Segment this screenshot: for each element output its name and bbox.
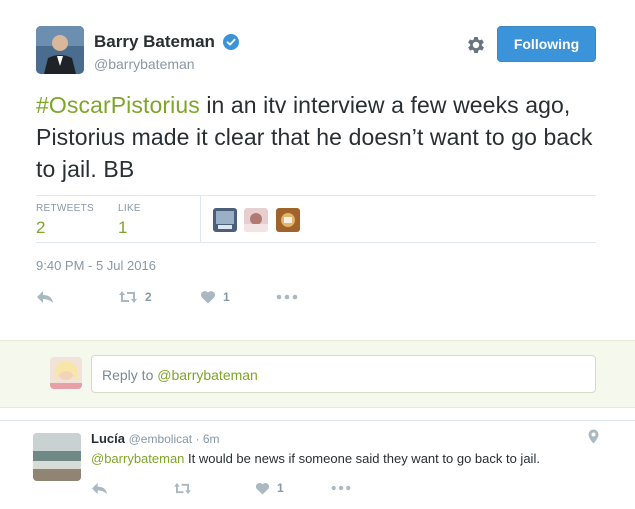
reply-icon — [92, 482, 107, 494]
author-avatar[interactable] — [36, 26, 84, 74]
reply-tweet[interactable]: Lucía @embolicat · 6m @barrybateman It w… — [0, 420, 635, 509]
reply-text: @barrybateman It would be news if someon… — [91, 451, 540, 466]
location-pin-icon[interactable] — [588, 429, 599, 444]
reply-mention-link[interactable]: @barrybateman — [91, 451, 184, 466]
stats-divider — [200, 196, 201, 243]
reply-like-action[interactable]: 1 — [255, 479, 284, 497]
tweet-stats: RETWEETS 2 LIKE 1 — [36, 195, 596, 243]
reply-compose: Reply to @barrybateman — [0, 340, 635, 408]
reply-icon — [37, 291, 53, 303]
reply-more-action[interactable] — [331, 479, 351, 497]
retweets-label: RETWEETS — [36, 203, 94, 214]
tweet-timestamp[interactable]: 9:40 PM - 5 Jul 2016 — [36, 258, 156, 273]
like-action[interactable]: 1 — [200, 288, 230, 306]
likes-label: LIKE — [118, 203, 141, 214]
retweet-icon — [119, 291, 137, 303]
more-action[interactable] — [276, 288, 298, 306]
reply-separator: · — [192, 432, 203, 446]
heart-icon — [255, 482, 270, 495]
like-count: 1 — [223, 290, 230, 304]
tweet-text: #OscarPistorius in an itv interview a fe… — [36, 89, 606, 185]
more-icon — [331, 485, 351, 491]
reply-time[interactable]: 6m — [203, 432, 220, 446]
likers-avatars — [213, 208, 303, 237]
author-name[interactable]: Barry Bateman — [94, 32, 215, 52]
liker-avatar[interactable] — [275, 208, 300, 232]
reply-action[interactable] — [36, 288, 54, 306]
heart-icon — [200, 291, 216, 304]
retweet-action[interactable]: 2 — [118, 288, 152, 306]
reply-retweet-action[interactable] — [173, 479, 192, 497]
author-handle[interactable]: @barrybateman — [94, 56, 239, 72]
main-tweet: Barry Bateman @barrybateman Following #O… — [0, 0, 635, 340]
reply-author-handle[interactable]: @embolicat — [129, 432, 193, 446]
reply-reply-action[interactable] — [91, 479, 108, 497]
liker-avatar[interactable] — [244, 208, 269, 232]
liker-avatar[interactable] — [213, 208, 237, 232]
reply-author-name[interactable]: Lucía — [91, 431, 125, 446]
author-info: Barry Bateman @barrybateman — [94, 32, 240, 72]
reply-author-avatar[interactable] — [33, 433, 81, 481]
reply-placeholder-mention: @barrybateman — [157, 367, 258, 383]
likes-count: 1 — [118, 218, 128, 237]
reply-placeholder-prefix: Reply to — [102, 367, 158, 383]
hashtag-link[interactable]: #OscarPistorius — [36, 92, 200, 118]
likes-stat[interactable]: LIKE 1 — [118, 203, 141, 238]
reply-body: It would be news if someone said they wa… — [184, 451, 540, 466]
retweet-icon — [174, 482, 191, 494]
retweets-count: 2 — [36, 218, 46, 237]
reply-input[interactable]: Reply to @barrybateman — [91, 355, 596, 393]
current-user-avatar — [50, 357, 82, 389]
retweet-count: 2 — [145, 290, 152, 304]
retweets-stat[interactable]: RETWEETS 2 — [36, 203, 94, 238]
reply-header: Lucía @embolicat · 6m — [91, 431, 219, 446]
more-icon — [276, 294, 298, 300]
verified-badge-icon — [223, 34, 240, 50]
reply-like-count: 1 — [277, 481, 284, 495]
following-button[interactable]: Following — [497, 26, 596, 62]
gear-icon[interactable] — [465, 34, 487, 56]
